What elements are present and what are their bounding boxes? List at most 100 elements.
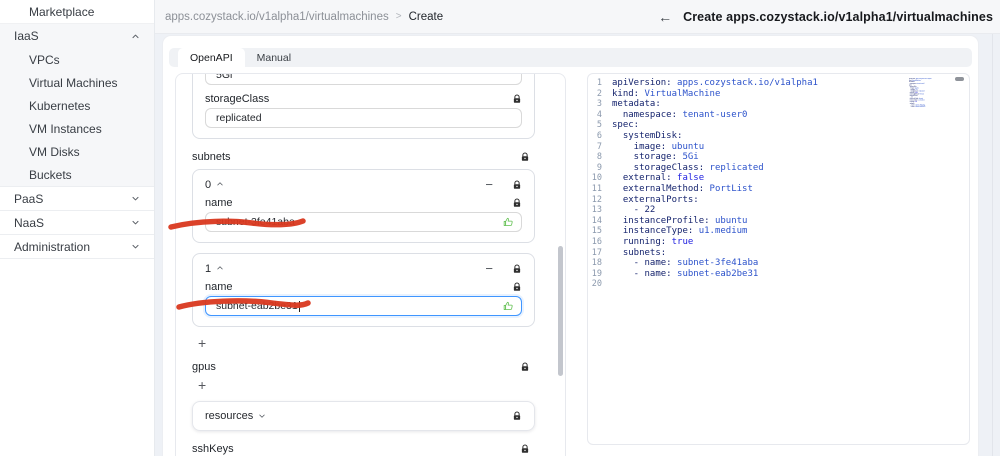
chevron-down-icon <box>128 242 142 251</box>
sidebar-item-label: VM Disks <box>29 144 80 159</box>
code-line: 11 externalMethod: PortList <box>591 183 753 194</box>
code-line: 13 - 22 <box>591 205 656 216</box>
subnet-item-index: 1 <box>205 262 212 275</box>
code-line: 14 instanceProfile: ubuntu <box>591 215 748 226</box>
code-line: 18 - name: subnet-3fe41aba <box>591 258 759 269</box>
code-line: 6 systemDisk: <box>596 130 683 141</box>
code-lines: 1 apiVersion: apps.cozystack.io/v1alpha1 … <box>588 74 969 290</box>
sidebar-group-label: NaaS <box>14 215 45 230</box>
chevron-down-icon <box>128 194 142 203</box>
sidebar-section-iaas: IaaS VPCs Virtual Machines Kubernetes VM… <box>0 24 154 187</box>
systemdisk-card: 5Gi storageClass replicated <box>192 74 535 139</box>
storageclass-input[interactable]: replicated <box>205 108 522 128</box>
code-line: 16 running: true <box>591 236 694 247</box>
text-cursor <box>298 300 300 312</box>
lock-icon[interactable] <box>512 264 522 274</box>
storage-input[interactable]: 5Gi <box>205 74 522 85</box>
sidebar-item-vm-disks[interactable]: VM Disks <box>0 140 154 163</box>
sidebar-group-administration[interactable]: Administration <box>0 235 154 259</box>
subnet-item-0-card: 0 − name subnet-3fe41aba <box>192 169 535 243</box>
sidebar-item-marketplace[interactable]: Marketplace <box>0 0 154 24</box>
lock-icon[interactable] <box>520 362 530 372</box>
lock-icon[interactable] <box>520 444 530 454</box>
sidebar-group-naas[interactable]: NaaS <box>0 211 154 235</box>
sidebar-item-kubernetes[interactable]: Kubernetes <box>0 94 154 117</box>
subnet-item-1-card: 1 − name subnet-eab2be31 <box>192 253 535 327</box>
chevron-down-icon <box>128 218 142 227</box>
valid-thumbs-up-icon <box>503 217 514 228</box>
lock-icon[interactable] <box>512 94 522 104</box>
lock-icon[interactable] <box>520 152 530 162</box>
openapi-form-panel: 5Gi storageClass replicated subnets 0 − <box>175 73 566 456</box>
sidebar-item-label: Virtual Machines <box>29 75 118 90</box>
gpus-label: gpus <box>192 361 216 373</box>
sidebar-group-iaas[interactable]: IaaS <box>0 24 154 48</box>
remove-item-button[interactable]: − <box>485 262 493 275</box>
valid-thumbs-up-icon <box>503 301 514 312</box>
sidebar-item-label: Kubernetes <box>29 98 91 113</box>
chevron-up-icon <box>128 32 142 41</box>
form-scrollbar-thumb[interactable] <box>558 246 563 376</box>
code-line: 15 instanceType: u1.medium <box>591 226 748 237</box>
subnet-name-label: name <box>205 197 233 209</box>
main-content-card: OpenAPI Manual 5Gi storageClass replicat… <box>163 36 978 456</box>
resources-expander[interactable]: resources <box>192 401 535 431</box>
sidebar-group-paas[interactable]: PaaS <box>0 187 154 211</box>
remove-item-button[interactable]: − <box>485 178 493 191</box>
lock-icon[interactable] <box>512 198 522 208</box>
chevron-down-icon <box>258 412 266 420</box>
code-line: 3metadata: <box>596 99 661 110</box>
sidebar-item-label: Marketplace <box>29 4 95 19</box>
sshkeys-label: sshKeys <box>192 443 234 455</box>
sidebar-item-vm-instances[interactable]: VM Instances <box>0 117 154 140</box>
sidebar-group-label: Administration <box>14 239 91 254</box>
sidebar-item-vpcs[interactable]: VPCs <box>0 48 154 71</box>
code-line: 19 - name: subnet-eab2be31 <box>591 268 759 279</box>
code-line: 4 namespace: tenant-user0 <box>596 109 748 120</box>
code-line: 17 subnets: <box>591 247 667 258</box>
breadcrumb-current: Create <box>408 10 444 23</box>
lock-icon[interactable] <box>512 282 522 292</box>
sidebar-item-buckets[interactable]: Buckets <box>0 163 154 186</box>
add-subnet-button[interactable]: + <box>192 335 212 351</box>
page-title: Create apps.cozystack.io/v1alpha1/virtua… <box>683 9 993 24</box>
resources-label: resources <box>205 410 254 422</box>
editor-scrollbar-thumb[interactable] <box>955 77 964 81</box>
breadcrumb-path-link[interactable]: apps.cozystack.io/v1alpha1/virtualmachin… <box>165 11 389 23</box>
subnet-name-input-0[interactable]: subnet-3fe41aba <box>205 212 522 232</box>
page-scroll-track <box>992 34 993 456</box>
code-line: 9 storageClass: replicated <box>596 162 764 173</box>
sidebar-item-label: Buckets <box>29 167 72 182</box>
tab-bar: OpenAPI Manual <box>169 48 972 67</box>
sidebar-item-label: VPCs <box>29 52 60 67</box>
collapse-chevron-up-icon[interactable] <box>216 179 224 191</box>
sidebar-item-virtual-machines[interactable]: Virtual Machines <box>0 71 154 94</box>
tab-manual[interactable]: Manual <box>245 48 303 67</box>
sidebar-item-label: VM Instances <box>29 121 102 136</box>
sidebar: Marketplace IaaS VPCs Virtual Machines K… <box>0 0 155 456</box>
yaml-editor[interactable]: 1 apiVersion: apps.cozystack.io/v1alpha1 … <box>587 73 970 445</box>
code-line: 8 storage: 5Gi <box>596 152 699 163</box>
subnet-item-index: 0 <box>205 178 212 191</box>
top-header: apps.cozystack.io/v1alpha1/virtualmachin… <box>155 0 1000 34</box>
code-line: 2kind: VirtualMachine <box>596 88 721 99</box>
code-line: 10 external: false <box>591 173 705 184</box>
lock-icon[interactable] <box>512 411 522 421</box>
collapse-chevron-up-icon[interactable] <box>216 263 224 275</box>
code-line: 1apiVersion: apps.cozystack.io/v1alpha1 <box>596 78 818 88</box>
subnet-name-label: name <box>205 281 233 293</box>
code-line: 20 <box>591 279 602 290</box>
subnets-label: subnets <box>192 151 231 163</box>
storageclass-label: storageClass <box>205 93 270 105</box>
lock-icon[interactable] <box>512 180 522 190</box>
back-arrow-icon[interactable]: ← <box>658 9 672 25</box>
breadcrumb-separator: > <box>395 11 402 22</box>
sidebar-group-label: IaaS <box>14 29 39 43</box>
sidebar-group-label: PaaS <box>14 191 44 206</box>
add-gpu-button[interactable]: + <box>192 377 212 393</box>
tab-openapi[interactable]: OpenAPI <box>178 48 245 67</box>
code-line: 5spec: <box>596 120 640 131</box>
breadcrumb: apps.cozystack.io/v1alpha1/virtualmachin… <box>155 11 443 23</box>
code-line: 7 image: ubuntu <box>596 141 705 152</box>
subnet-name-input-1[interactable]: subnet-eab2be31 <box>205 296 522 316</box>
